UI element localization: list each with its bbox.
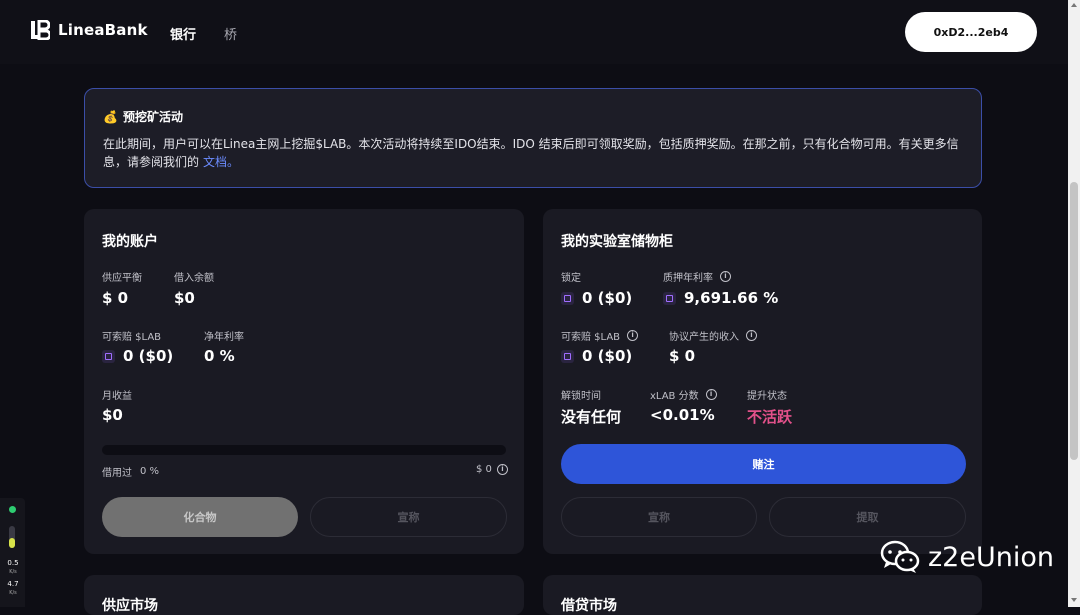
money-bag-icon: 💰 [103, 109, 118, 124]
protocol-income-label: 协议产生的收入 i [669, 328, 757, 343]
boost-status-value: 不活跃 [747, 408, 793, 426]
locker-claimable-amount: 0 ($0) [582, 347, 633, 365]
download-speed: 4.7 [7, 580, 19, 588]
download-unit: K/s [9, 590, 17, 596]
stake-button[interactable]: 赌注 [561, 444, 966, 484]
pre-mining-banner: 💰 预挖矿活动 在此期间，用户可以在Linea主网上挖掘$LAB。本次活动将持续… [84, 88, 982, 188]
compound-button[interactable]: 化合物 [102, 497, 298, 537]
xlab-score-value: <0.01% [650, 406, 715, 424]
borrow-balance-label: 借入余额 [174, 273, 214, 284]
locker-claimable-value: 0 ($0) [561, 347, 632, 365]
withdraw-button[interactable]: 提取 [769, 497, 966, 537]
protocol-income-label-text: 协议产生的收入 [669, 332, 739, 343]
credit-used-percent: 0 % [140, 466, 160, 477]
nav-link-bank[interactable]: 银行 [170, 24, 196, 43]
locker-claimable-label-text: 可索赔 $LAB [561, 332, 621, 343]
banner-title-text: 预挖矿活动 [122, 110, 183, 124]
stake-apr-label: 质押年利率 i [663, 269, 731, 284]
upload-speed: 0.5 [7, 559, 19, 567]
my-account-card: 我的账户 供应平衡 $ 0 借入余额 $0 可索赔 $LAB 0 ($0) 净年… [84, 209, 524, 554]
memory-bar-fill [9, 538, 15, 548]
protocol-income-value: $ 0 [669, 347, 696, 365]
lab-locker-title: 我的实验室储物柜 [561, 234, 673, 250]
locker-claimable-label: 可索赔 $LAB i [561, 328, 639, 343]
supply-balance-value: $ 0 [102, 289, 129, 307]
info-icon[interactable]: i [720, 271, 731, 282]
locker-claim-button[interactable]: 宣称 [561, 497, 757, 537]
lab-token-icon [102, 349, 115, 363]
supply-market-card: 供应市场 [84, 575, 524, 615]
xlab-score-label: xLAB 分数 i [650, 387, 717, 402]
credit-used-label: 借用过 0 % [102, 464, 159, 479]
banner-description: 在此期间，用户可以在Linea主网上挖掘$LAB。本次活动将持续至IDO结束。I… [103, 135, 963, 171]
boost-status-label: 提升状态 [747, 391, 787, 402]
credit-limit-value: $ 0 [476, 464, 492, 475]
locked-value: 0 ($0) [561, 289, 632, 307]
lab-token-icon [663, 291, 676, 305]
watermark-text: z2eUnion [928, 541, 1054, 573]
network-speed-widget[interactable]: 0.5 K/s 4.7 K/s [0, 498, 25, 607]
net-apr-value: 0 % [204, 347, 235, 365]
status-dot-icon [9, 506, 16, 513]
locked-amount: 0 ($0) [582, 289, 633, 307]
info-icon[interactable]: i [746, 330, 757, 341]
net-apr-label: 净年利率 [204, 332, 244, 343]
borrow-market-title: 借贷市场 [561, 598, 617, 614]
lineabank-logo-icon [31, 20, 50, 40]
wechat-icon [880, 540, 920, 573]
borrow-balance-value: $0 [174, 289, 195, 307]
credit-used-progress-bar [102, 445, 506, 455]
claim-button[interactable]: 宣称 [310, 497, 507, 537]
docs-link[interactable]: 文档。 [203, 155, 239, 169]
my-lab-locker-card: 我的实验室储物柜 锁定 0 ($0) 质押年利率 i 9,691.66 % 可索… [543, 209, 982, 554]
claimable-lab-amount: 0 ($0) [123, 347, 174, 365]
supply-market-title: 供应市场 [102, 598, 158, 614]
top-navbar: LineaBank 银行 桥 0xD2...2eb4 [0, 0, 1068, 64]
credit-limit: $ 0 i [476, 464, 508, 475]
brand-name: LineaBank [58, 21, 148, 39]
claimable-lab-label: 可索赔 $LAB [102, 332, 162, 343]
unlock-time-value: 没有任何 [561, 408, 622, 426]
locked-label: 锁定 [561, 273, 581, 284]
scrollbar-thumb[interactable] [1070, 182, 1078, 460]
banner-title: 💰 预挖矿活动 [103, 108, 183, 125]
nav-link-bridge[interactable]: 桥 [224, 24, 237, 43]
info-icon[interactable]: i [705, 389, 717, 400]
upload-unit: K/s [9, 569, 17, 575]
monthly-earnings-label: 月收益 [102, 391, 132, 402]
supply-balance-label: 供应平衡 [102, 273, 142, 284]
my-account-title: 我的账户 [102, 234, 158, 250]
xlab-score-label-text: xLAB 分数 [650, 391, 699, 402]
logo[interactable]: LineaBank [30, 20, 148, 40]
scroll-up-arrow-icon[interactable] [1071, 3, 1077, 7]
watermark: z2eUnion [880, 540, 1054, 574]
stake-apr-amount: 9,691.66 % [684, 289, 779, 307]
credit-used-text: 借用过 [102, 468, 132, 479]
stake-apr-value: 9,691.66 % [663, 289, 778, 307]
claimable-lab-value: 0 ($0) [102, 347, 173, 365]
lab-token-icon [561, 291, 574, 305]
lab-token-icon [561, 349, 574, 363]
stake-apr-label-text: 质押年利率 [663, 273, 713, 284]
info-icon[interactable]: i [627, 330, 639, 341]
info-icon[interactable]: i [496, 464, 508, 475]
unlock-time-label: 解锁时间 [561, 391, 601, 402]
scroll-down-arrow-icon[interactable] [1071, 598, 1077, 602]
monthly-earnings-value: $0 [102, 406, 123, 424]
borrow-market-card: 借贷市场 [543, 575, 982, 615]
wallet-address-button[interactable]: 0xD2...2eb4 [905, 12, 1037, 52]
